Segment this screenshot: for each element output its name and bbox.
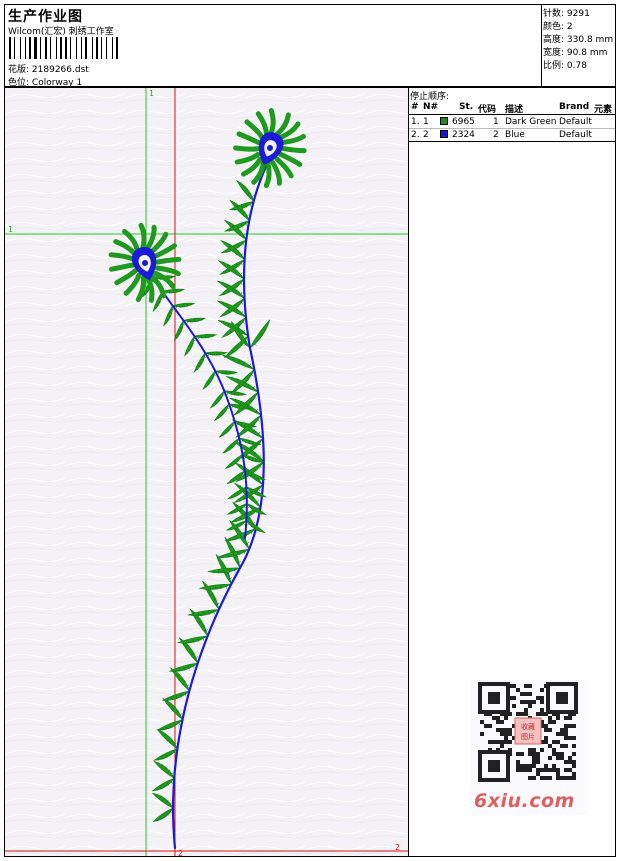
row1-n: 1	[423, 117, 429, 127]
row1-stitches: 6965	[452, 117, 475, 127]
row2-n: 2	[423, 130, 429, 140]
stat-colors: 颜色: 2	[543, 22, 573, 32]
seal-text-top: 收藏	[521, 722, 535, 731]
row2-description: Blue	[505, 130, 525, 140]
guide-label-red-bottom: 2	[178, 849, 183, 856]
row1-index: 1.	[411, 117, 420, 127]
row2-index: 2.	[411, 130, 420, 140]
panel-divider	[408, 88, 409, 856]
studio-subtitle: Wilcom(汇宏) 刺绣工作室	[8, 27, 114, 37]
stat-scale: 比例: 0.78	[543, 61, 587, 71]
row2-brand: Default	[559, 130, 592, 140]
row1-code: 1	[493, 117, 499, 127]
col-stitches: St.	[459, 102, 474, 112]
barcode	[9, 37, 139, 59]
row1-brand: Default	[559, 117, 592, 127]
embroidery-preview: 1 1 2 2	[5, 88, 408, 856]
seal-text: 收藏	[521, 722, 535, 731]
design-file: 花版: 2189266.dst	[8, 62, 89, 75]
design-label: 花版:	[8, 65, 30, 75]
col-brand: Brand	[559, 102, 590, 112]
stat-stitches: 针数: 9291	[543, 9, 590, 19]
row1-description: Dark Green	[505, 117, 557, 127]
page-title: 生产作业图	[8, 9, 83, 25]
svg-text:图片: 图片	[521, 732, 535, 741]
row2-code: 2	[493, 130, 499, 140]
guide-label-green-top: 1	[149, 89, 154, 98]
qr-code-icon: 收藏 图片	[478, 682, 578, 782]
guide-label-red-right: 2	[395, 843, 400, 852]
watermark-brand: 6xiu.com	[474, 790, 575, 812]
guide-label-green-left: 1	[8, 225, 13, 234]
row2-color-swatch	[440, 130, 448, 138]
stat-width: 宽度: 90.8 mm	[543, 48, 608, 58]
stat-height: 高度: 330.8 mm	[543, 35, 614, 45]
row1-color-swatch	[440, 117, 448, 125]
table-header-line	[409, 114, 615, 115]
fabric-texture	[5, 88, 408, 856]
seal-text-bottom: 图片	[521, 732, 535, 741]
row2-stitches: 2324	[452, 130, 475, 140]
table-bottom-line	[409, 141, 615, 142]
col-hash: #	[411, 102, 419, 112]
col-n: N#	[423, 102, 439, 112]
stop-sequence-title: 停止顺序:	[410, 92, 450, 102]
embroidery-canvas[interactable]: 1 1 2 2	[5, 88, 408, 856]
row1-line	[409, 128, 615, 129]
design-value: 2189266.dst	[31, 65, 89, 75]
